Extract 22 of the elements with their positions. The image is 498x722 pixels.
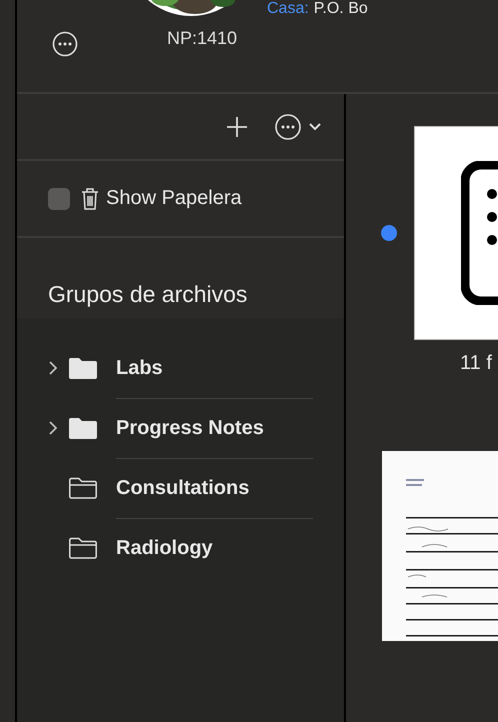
chevron-icon[interactable] bbox=[48, 361, 58, 375]
folder-icon bbox=[68, 476, 98, 500]
record-number: NP:1410 bbox=[167, 28, 238, 49]
section-title: Grupos de archivos bbox=[47, 280, 248, 309]
folder-item[interactable]: Consultations bbox=[116, 458, 313, 518]
folder-item[interactable]: Progress Notes bbox=[116, 398, 313, 458]
chevron-icon[interactable] bbox=[48, 421, 58, 435]
address-label: Casa: bbox=[267, 0, 309, 18]
folder-item[interactable]: Labs bbox=[116, 338, 313, 398]
trash-label: Show Papelera bbox=[106, 187, 242, 210]
document-icon bbox=[461, 161, 498, 305]
trash-icon bbox=[80, 186, 100, 210]
folder-icon bbox=[68, 356, 98, 380]
checkbox[interactable] bbox=[48, 188, 70, 210]
more-icon[interactable] bbox=[52, 31, 78, 57]
file-caption: 11 f bbox=[460, 352, 493, 375]
folder-icon bbox=[68, 416, 98, 440]
add-icon[interactable] bbox=[226, 116, 248, 138]
folder-item[interactable]: Radiology bbox=[116, 518, 313, 578]
file-thumbnail[interactable] bbox=[414, 126, 498, 340]
folder-icon bbox=[68, 536, 98, 560]
address-value: P.O. Bo bbox=[314, 0, 368, 18]
